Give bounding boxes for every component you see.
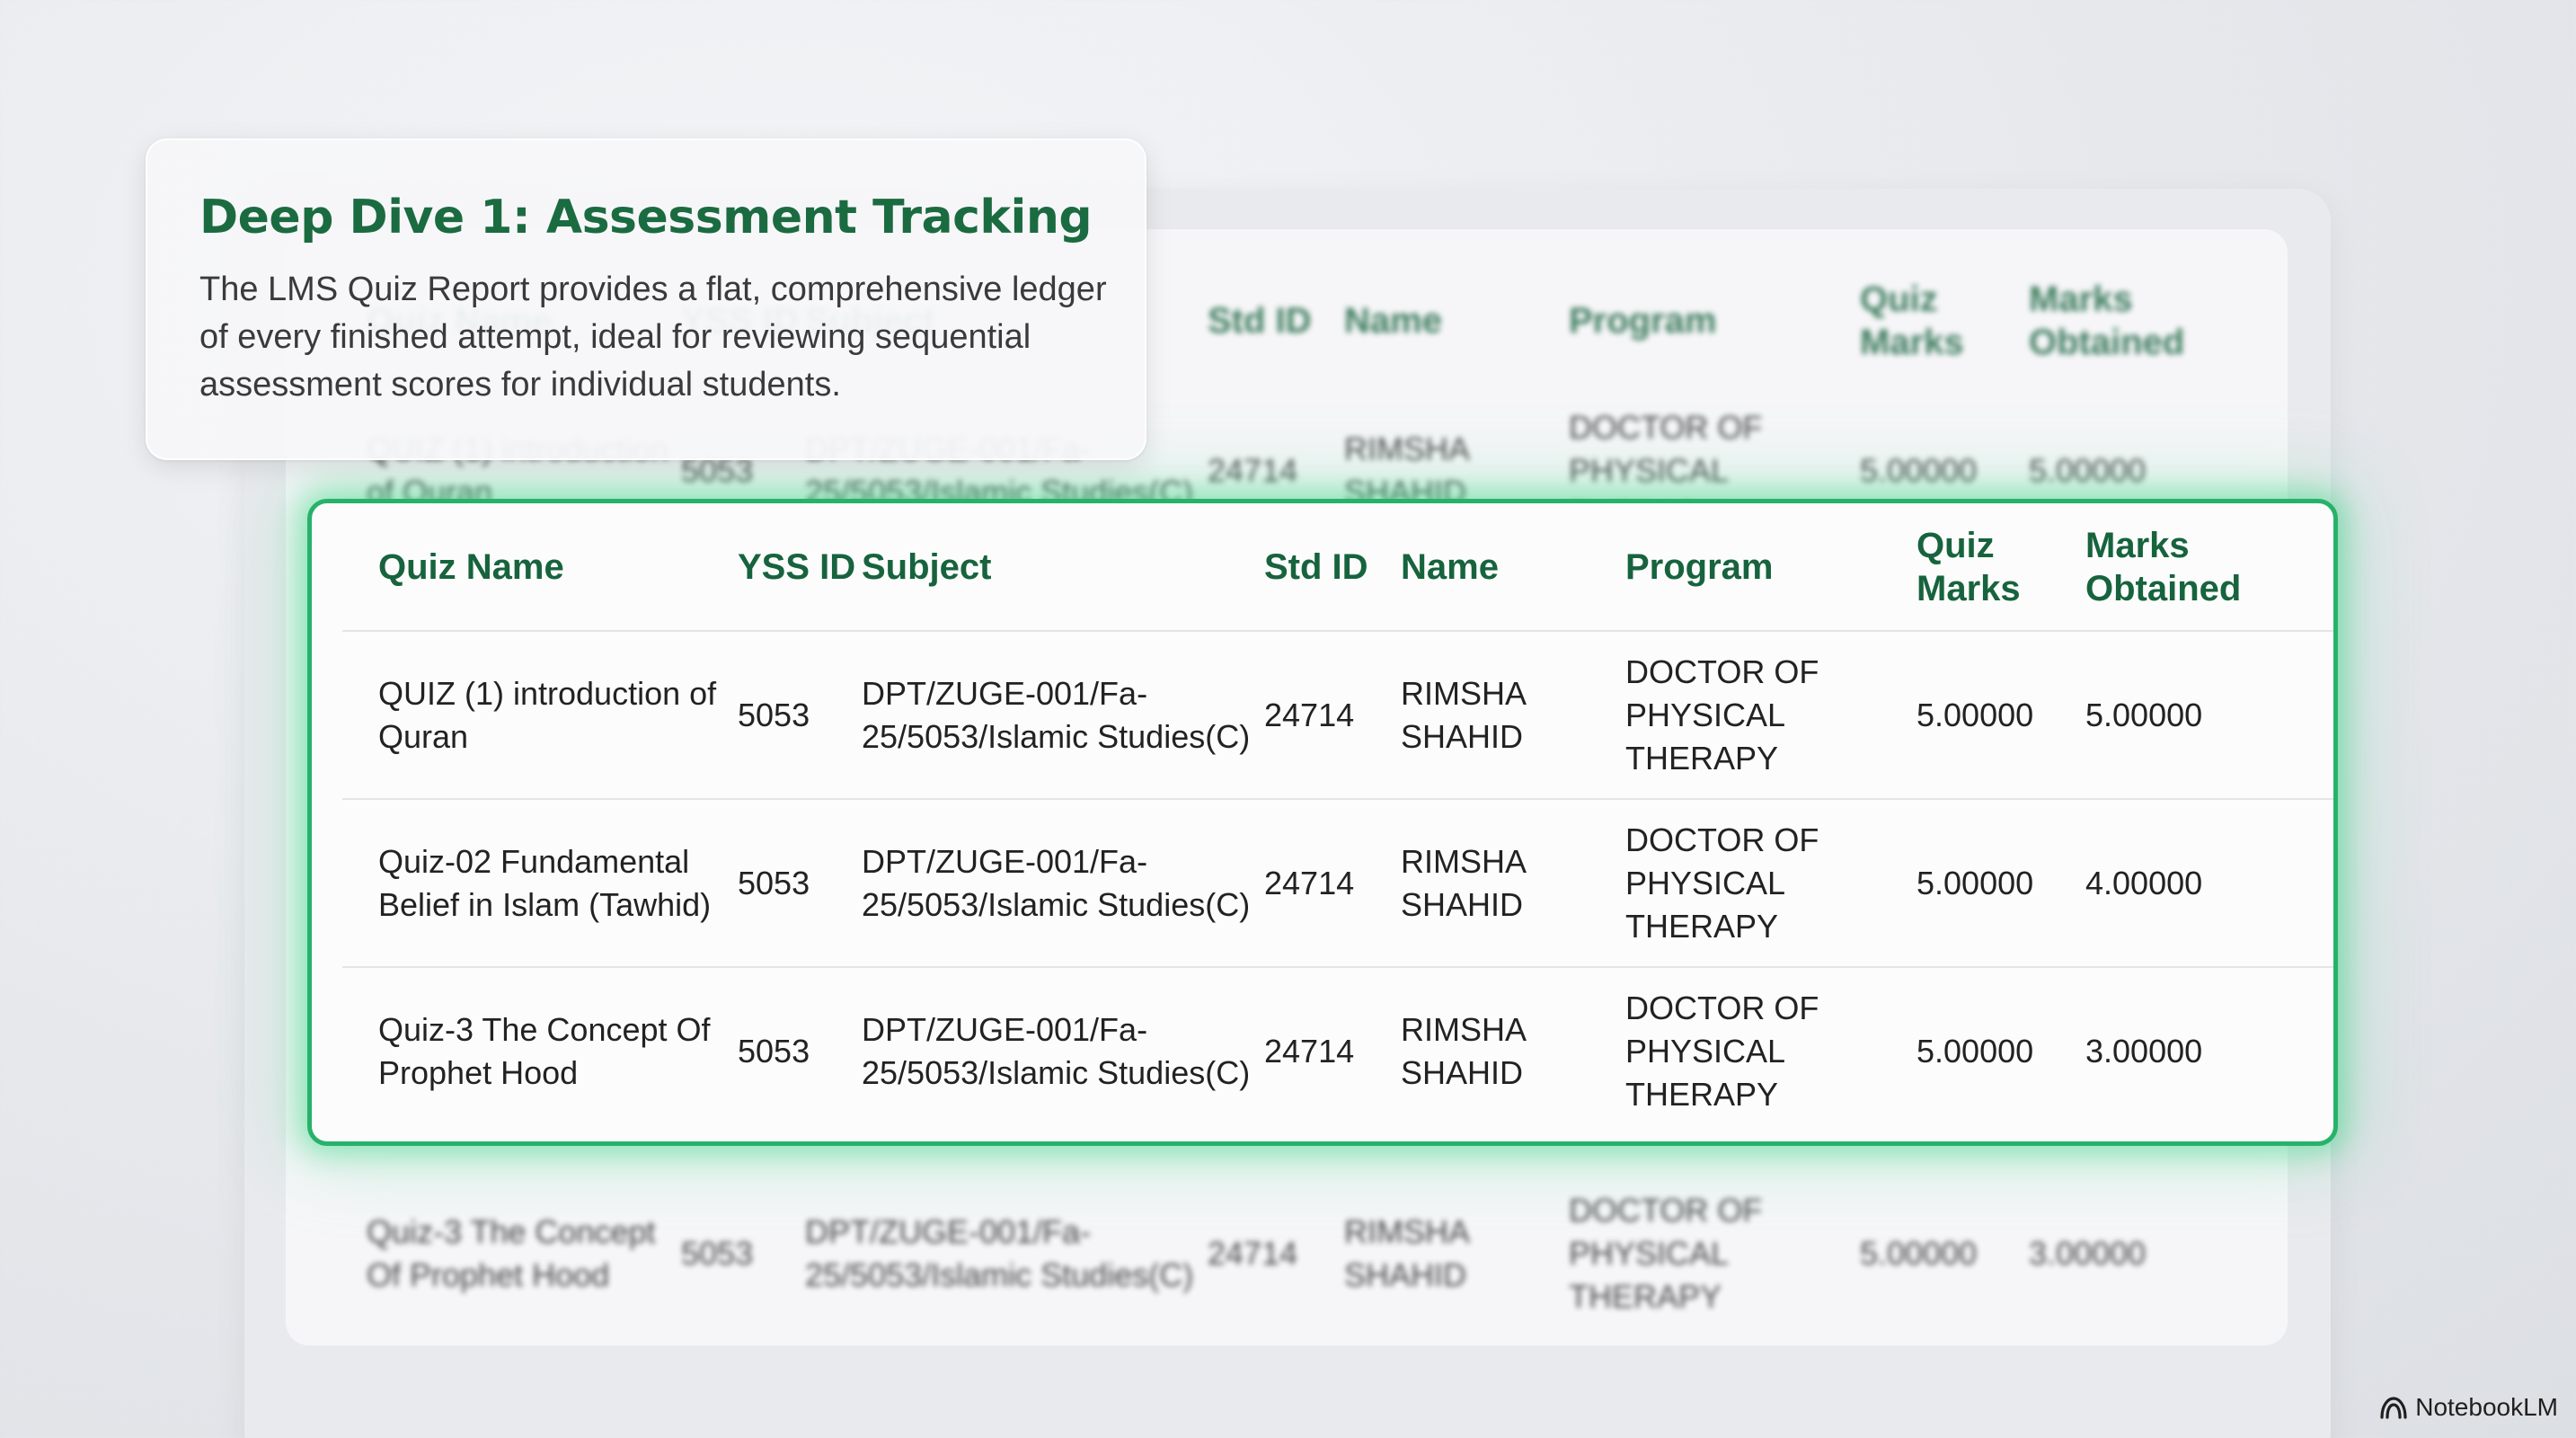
header-name: Name — [1401, 503, 1625, 632]
quiz-report-table: Quiz Name YSS ID Subject Std ID Name Pro… — [342, 503, 2333, 1135]
cell-program: DOCTOR OF PHYSICAL THERAPY — [1625, 652, 1819, 777]
cell-quiz-marks: 5.00000 — [1917, 1033, 2034, 1070]
header-yss-id: YSS ID — [738, 503, 862, 632]
table-row: Quiz-02 Fundamental Belief in Islam (Taw… — [342, 799, 2333, 967]
cell-yss-id: 5053 — [738, 1033, 810, 1070]
cell-yss-id: 5053 — [738, 864, 810, 901]
cell-quiz-marks: 5.00000 — [1917, 696, 2034, 733]
blurred-table-trailing-row: Quiz-3 The Concept Of Prophet Hood 5053 … — [286, 1159, 2288, 1348]
header-program: Program — [1569, 301, 1717, 341]
cell-subject: DPT/ZUGE-001/Fa-25/5053/Islamic Studies(… — [862, 1011, 1251, 1091]
cell-quiz-name: QUIZ (1) introduction of Quran — [378, 674, 717, 755]
header-name: Name — [1344, 301, 1442, 341]
cell-quiz-marks: 5.00000 — [1860, 1235, 1978, 1272]
blurred-table-bottom: Quiz-3 The Concept Of Prophet Hood 5053 … — [286, 1159, 2288, 1348]
callout-title: Deep Dive 1: Assessment Tracking — [199, 191, 1093, 244]
cell-name: RIMSHA SHAHID — [1344, 1213, 1469, 1293]
header-marks-obtained: Marks Obtained — [2085, 503, 2333, 632]
table-row: Quiz-3 The Concept Of Prophet Hood 5053 … — [342, 967, 2333, 1135]
notebooklm-brand: NotebookLM — [2379, 1393, 2558, 1422]
cell-program: DOCTOR OF PHYSICAL THERAPY — [1625, 990, 1819, 1113]
cell-marks-obtained: 5.00000 — [2085, 696, 2203, 733]
cell-quiz-marks: 5.00000 — [1917, 864, 2034, 901]
brand-label: NotebookLM — [2415, 1393, 2558, 1421]
cell-quiz-name: Quiz-02 Fundamental Belief in Islam (Taw… — [378, 842, 712, 923]
cell-subject: DPT/ZUGE-001/Fa-25/5053/Islamic Studies(… — [805, 1213, 1194, 1293]
header-quiz-name: Quiz Name — [342, 503, 738, 632]
header-program: Program — [1625, 503, 1917, 632]
highlighted-quiz-table: Quiz Name YSS ID Subject Std ID Name Pro… — [307, 499, 2338, 1146]
header-quiz-marks: Quiz Marks — [1860, 280, 1964, 362]
header-std-id: Std ID — [1264, 503, 1401, 632]
header-marks-obtained: Marks Obtained — [2029, 280, 2185, 362]
cell-subject: DPT/ZUGE-001/Fa-25/5053/Islamic Studies(… — [862, 842, 1251, 923]
cell-subject: DPT/ZUGE-001/Fa-25/5053/Islamic Studies(… — [862, 674, 1251, 755]
header-quiz-marks: Quiz Marks — [1917, 503, 2085, 632]
cell-yss-id: 5053 — [681, 1235, 754, 1272]
cell-name: RIMSHA SHAHID — [1401, 842, 1526, 923]
cell-marks-obtained: 3.00000 — [2029, 1235, 2147, 1272]
cell-program: DOCTOR OF PHYSICAL THERAPY — [1569, 1192, 1763, 1315]
cell-program: DOCTOR OF PHYSICAL THERAPY — [1625, 821, 1819, 945]
cell-name: RIMSHA SHAHID — [1401, 1011, 1526, 1091]
cell-quiz-name: Quiz-3 The Concept Of Prophet Hood — [367, 1213, 656, 1293]
table-row: Quiz-3 The Concept Of Prophet Hood 5053 … — [286, 1159, 2288, 1348]
table-header-row: Quiz Name YSS ID Subject Std ID Name Pro… — [342, 503, 2333, 632]
header-subject: Subject — [862, 503, 1264, 632]
cell-std-id: 24714 — [1264, 696, 1355, 733]
notebooklm-logo-icon — [2380, 1397, 2407, 1419]
cell-name: RIMSHA SHAHID — [1401, 674, 1526, 755]
cell-std-id: 24714 — [1208, 1235, 1298, 1272]
cell-quiz-name: Quiz-3 The Concept Of Prophet Hood — [378, 1011, 711, 1091]
cell-std-id: 24714 — [1264, 1033, 1355, 1070]
cell-std-id: 24714 — [1264, 864, 1355, 901]
deep-dive-callout-card: Deep Dive 1: Assessment Tracking The LMS… — [146, 138, 1146, 460]
header-std-id: Std ID — [1208, 301, 1312, 341]
table-row: QUIZ (1) introduction of Quran 5053 DPT/… — [342, 631, 2333, 799]
cell-yss-id: 5053 — [738, 696, 810, 733]
cell-marks-obtained: 3.00000 — [2085, 1033, 2203, 1070]
callout-description: The LMS Quiz Report provides a flat, com… — [199, 271, 1107, 404]
cell-marks-obtained: 4.00000 — [2085, 864, 2203, 901]
